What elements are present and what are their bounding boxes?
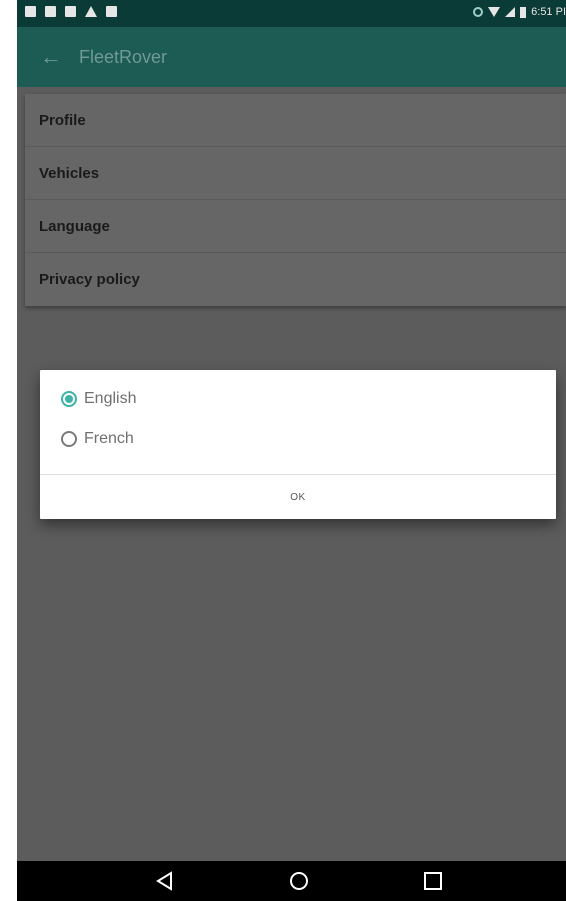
option-french-label: French (84, 430, 134, 447)
radio-checked-icon[interactable] (61, 391, 77, 407)
system-icons: 6:51 PI (473, 6, 566, 18)
back-triangle-icon[interactable] (153, 869, 177, 893)
download-icon (106, 6, 117, 17)
recents-square-icon[interactable] (421, 869, 445, 893)
warning-icon (85, 6, 97, 17)
notification-icons (25, 6, 117, 17)
settings-item-language[interactable]: Language (25, 200, 566, 253)
signal-icon (505, 7, 516, 17)
back-button[interactable]: ← (35, 41, 67, 73)
image-icon (65, 6, 76, 17)
option-french[interactable]: French (61, 430, 134, 448)
notification-icon (25, 6, 36, 17)
settings-item-privacy-policy[interactable]: Privacy policy (25, 253, 566, 306)
settings-item-profile[interactable]: Profile (25, 94, 566, 147)
sync-icon (473, 7, 484, 17)
device-screen: 6:51 PI ← FleetRover Profile Vehicles La… (17, 0, 566, 901)
navigation-bar (17, 861, 566, 901)
home-circle-icon[interactable] (287, 869, 311, 893)
app-title: FleetRover (79, 47, 168, 67)
language-dialog: English French OK (40, 370, 556, 519)
battery-icon (520, 6, 527, 18)
ok-button[interactable]: OK (40, 475, 556, 519)
option-english[interactable]: English (61, 390, 136, 408)
usb-icon (45, 6, 56, 17)
option-english-label: English (84, 390, 137, 407)
app-toolbar: ← FleetRover (17, 27, 566, 87)
arrow-left-icon: ← (40, 44, 62, 69)
status-bar: 6:51 PI (17, 0, 566, 27)
settings-list: Profile Vehicles Language Privacy policy (25, 94, 566, 306)
radio-unchecked-icon[interactable] (61, 431, 77, 447)
settings-item-vehicles[interactable]: Vehicles (25, 147, 566, 200)
wifi-icon (488, 7, 501, 17)
status-time: 6:51 PI (531, 6, 566, 18)
